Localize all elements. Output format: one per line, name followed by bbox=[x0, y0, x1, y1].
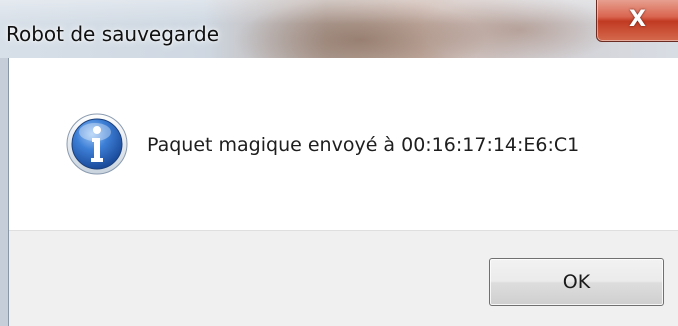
close-button[interactable]: X bbox=[596, 0, 678, 42]
dialog-message: Paquet magique envoyé à 00:16:17:14:E6:C… bbox=[147, 134, 580, 156]
button-bar: OK bbox=[9, 230, 678, 326]
ok-button[interactable]: OK bbox=[489, 258, 664, 306]
dialog-window: Robot de sauvegarde X Paquet magique env… bbox=[0, 0, 678, 326]
dialog-client-area: Paquet magique envoyé à 00:16:17:14:E6:C… bbox=[8, 58, 678, 326]
window-title: Robot de sauvegarde bbox=[6, 22, 220, 46]
title-bar[interactable]: Robot de sauvegarde X bbox=[0, 0, 678, 58]
close-icon: X bbox=[629, 7, 646, 32]
title-bar-shine bbox=[0, 0, 678, 24]
info-icon bbox=[66, 113, 128, 175]
message-area: Paquet magique envoyé à 00:16:17:14:E6:C… bbox=[9, 58, 678, 230]
